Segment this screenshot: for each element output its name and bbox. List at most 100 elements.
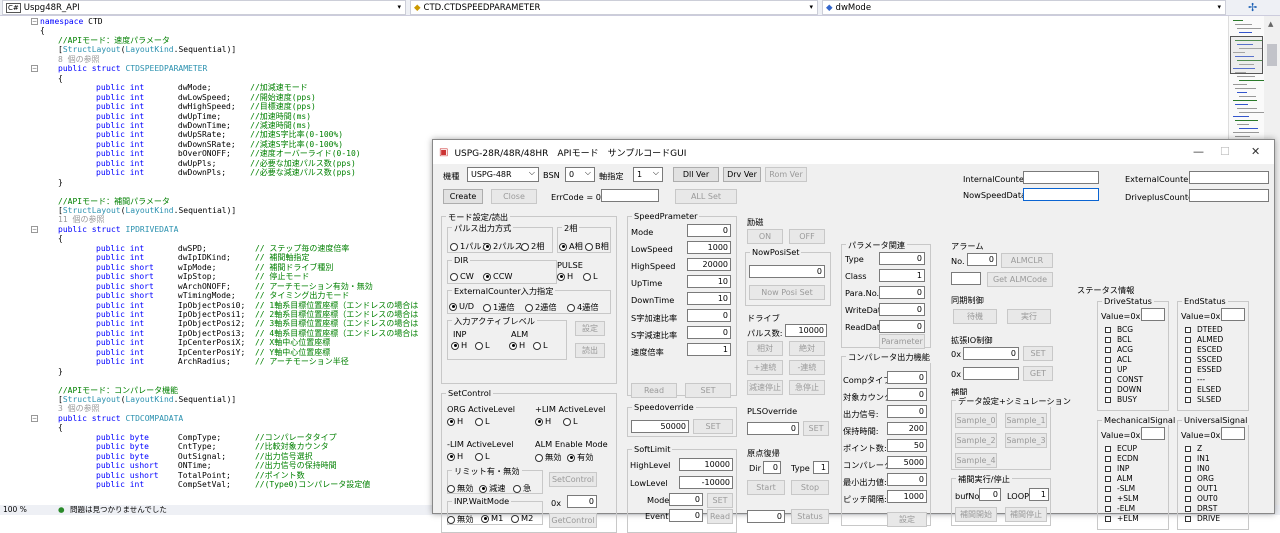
checkbox-icon[interactable]: [1185, 446, 1191, 452]
code-line[interactable]: 3 個の参照: [58, 404, 100, 413]
scrollbar-thumb[interactable]: [1267, 44, 1277, 66]
code-line[interactable]: public int dwSPD; // ステップ毎の速度倍率: [96, 244, 349, 253]
code-line[interactable]: 11 個の参照: [58, 215, 104, 224]
drive-status-item[interactable]: DOWN: [1105, 385, 1142, 394]
comp-field-input[interactable]: 5000: [887, 456, 927, 469]
comp-field-input[interactable]: 1000: [887, 490, 927, 503]
taiki-button[interactable]: 待機: [953, 309, 997, 324]
code-line[interactable]: 8 個の参照: [58, 55, 100, 64]
radio-icon[interactable]: [447, 452, 455, 461]
excite-off-button[interactable]: OFF: [789, 229, 825, 244]
setcontrol-button[interactable]: SetControl: [549, 472, 597, 487]
code-line[interactable]: public struct CTDCOMPADATA: [58, 414, 183, 423]
end-status-item[interactable]: ESSED: [1185, 365, 1222, 374]
org-l-radio[interactable]: L: [475, 416, 490, 426]
comp-field-input[interactable]: 0: [887, 473, 927, 486]
code-line[interactable]: //APIモード：補間パラメータ: [58, 197, 170, 206]
radio-icon[interactable]: [559, 242, 567, 251]
fold-toggle-icon[interactable]: −: [31, 414, 38, 422]
code-line[interactable]: public ushort ONTime; //出力信号の保持時間: [96, 461, 337, 470]
code-line[interactable]: public int IpCenterPosiX; // X軸中心位置座標: [96, 338, 330, 347]
maximize-icon[interactable]: ☐: [1220, 145, 1230, 158]
checkbox-icon[interactable]: [1185, 377, 1191, 383]
checkbox-icon[interactable]: [1185, 486, 1191, 492]
highlevel-field[interactable]: 10000: [679, 458, 733, 471]
loop-field[interactable]: 1: [1029, 488, 1049, 501]
code-line[interactable]: public int IpObjectPosi3; // 4軸系目標位置座標（エ…: [96, 329, 418, 338]
drive-status-item[interactable]: BCL: [1105, 335, 1131, 344]
checkbox-icon[interactable]: [1185, 506, 1191, 512]
checkbox-icon[interactable]: [1105, 367, 1111, 373]
checkbox-icon[interactable]: [1105, 456, 1111, 462]
code-line[interactable]: public int IpCenterPosiY; // Y軸中心位置座標: [96, 348, 330, 357]
mechanical-signal-value-field[interactable]: [1141, 427, 1165, 440]
radio-icon[interactable]: [449, 302, 457, 311]
radio-icon[interactable]: [513, 484, 521, 493]
speed-field-input[interactable]: 10: [687, 292, 731, 305]
radio-icon[interactable]: [563, 417, 571, 426]
comp-field-input[interactable]: 0: [887, 371, 927, 384]
alm-disable-radio[interactable]: 無効: [535, 451, 561, 463]
drive-status-item[interactable]: CONST: [1105, 375, 1143, 384]
mechanical-signal-item[interactable]: ECUP: [1105, 444, 1137, 453]
speed-field-input[interactable]: 1000: [687, 241, 731, 254]
radio-icon[interactable]: [511, 514, 519, 523]
dll-ver-button[interactable]: Dll Ver: [673, 167, 719, 182]
code-line[interactable]: public byte OutSignal; //出力信号選択: [96, 452, 313, 461]
speed-field-input[interactable]: 10: [687, 275, 731, 288]
code-line[interactable]: public int dwLowSpeed; //開始速度(pps): [96, 93, 316, 102]
code-line[interactable]: public int dwUpPls; //必要な加速パルス数(pps): [96, 159, 356, 168]
bsn-select[interactable]: 0: [565, 166, 595, 182]
end-status-item[interactable]: ESCED: [1185, 345, 1222, 354]
plsoverride-field[interactable]: 0: [747, 422, 799, 435]
checkbox-icon[interactable]: [1185, 466, 1191, 472]
code-line[interactable]: public short wArchONOFF; // アーチモーション有効・無…: [96, 282, 373, 291]
comp-field-input[interactable]: 50: [887, 439, 927, 452]
inp-h-radio[interactable]: H: [451, 340, 467, 350]
mlim-h-radio[interactable]: H: [447, 451, 463, 461]
checkbox-icon[interactable]: [1185, 516, 1191, 522]
checkbox-icon[interactable]: [1185, 327, 1191, 333]
radio-icon[interactable]: [483, 303, 491, 312]
code-line[interactable]: public byte CntType; //比較対象カウンタ: [96, 442, 329, 451]
mechanical-signal-item[interactable]: ECDN: [1105, 454, 1138, 463]
almclr-button[interactable]: ALMCLR: [1001, 253, 1053, 268]
drive-status-item[interactable]: BUSY: [1105, 395, 1137, 404]
mechanical-signal-item[interactable]: -ELM: [1105, 504, 1135, 513]
universal-signal-item[interactable]: ORG: [1185, 474, 1214, 483]
checkbox-icon[interactable]: [1185, 456, 1191, 462]
lowlevel-field[interactable]: -10000: [679, 476, 733, 489]
end-status-item[interactable]: ---: [1185, 375, 1205, 384]
zero-x-field[interactable]: 0: [567, 495, 597, 508]
checkbox-icon[interactable]: [1105, 327, 1111, 333]
code-line[interactable]: public int CompSetVal; //(Type0)コンパレータ設定…: [96, 480, 370, 489]
speed-read-button[interactable]: Read: [631, 383, 677, 398]
nowposi-field[interactable]: 0: [749, 265, 825, 278]
radio-icon[interactable]: [447, 484, 455, 493]
checkbox-icon[interactable]: [1185, 387, 1191, 393]
comp-field-input[interactable]: 0: [887, 405, 927, 418]
code-line[interactable]: public int IpObjectPosi1; // 2軸系目標位置座標（エ…: [96, 310, 418, 319]
checkbox-icon[interactable]: [1105, 486, 1111, 492]
rom-ver-button[interactable]: Rom Ver: [765, 167, 807, 182]
speed-override-set-button[interactable]: SET: [693, 419, 733, 434]
code-line[interactable]: public int IpObjectPosi2; // 3軸系目標位置座標（エ…: [96, 319, 418, 328]
ext-ud-radio[interactable]: U/D: [449, 301, 474, 311]
param-field-input[interactable]: 1: [879, 269, 925, 282]
param-field-input[interactable]: 0: [879, 320, 925, 333]
mechanical-signal-item[interactable]: INP: [1105, 464, 1129, 473]
code-line[interactable]: public int bOverONOFF; //速度オーバーライド(0-10): [96, 149, 361, 158]
limit-off-radio[interactable]: 無効: [447, 482, 473, 494]
radio-icon[interactable]: [450, 272, 458, 281]
mode-set-button[interactable]: 設定: [575, 321, 605, 336]
code-line[interactable]: //APIモード：速度パラメータ: [58, 36, 170, 45]
origin-stop-button[interactable]: Stop: [791, 480, 829, 495]
param-field-input[interactable]: 0: [879, 303, 925, 316]
end-status-item[interactable]: SSCED: [1185, 355, 1222, 364]
universal-signal-item[interactable]: OUT1: [1185, 484, 1218, 493]
sample-1-button[interactable]: Sample_1: [1005, 413, 1047, 428]
sample-0-button[interactable]: Sample_0: [955, 413, 997, 428]
drive-status-item[interactable]: ACG: [1105, 345, 1133, 354]
pulse-l-radio[interactable]: L: [583, 271, 598, 281]
checkbox-icon[interactable]: [1185, 496, 1191, 502]
